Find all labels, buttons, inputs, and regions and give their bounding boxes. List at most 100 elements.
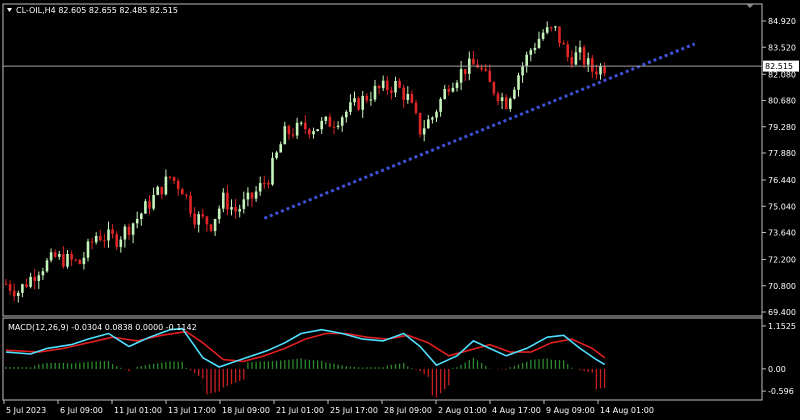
candle-body — [406, 93, 410, 100]
candle-body — [570, 57, 574, 65]
candle-body — [431, 117, 434, 120]
macd-header: MACD(12,26,9) -0.0304 0.0838 0.0000 -0.1… — [8, 323, 197, 332]
candle-body — [402, 87, 405, 100]
candle-body — [86, 241, 90, 258]
candle-body — [427, 119, 430, 129]
candle-body — [554, 26, 557, 28]
candle-body — [566, 44, 569, 58]
candle-body — [66, 253, 69, 267]
candle-body — [291, 134, 295, 136]
candle-body — [41, 271, 45, 276]
candle-body — [455, 82, 459, 88]
candle-body — [394, 81, 397, 93]
candle-body — [513, 89, 516, 99]
candle-body — [181, 189, 184, 195]
candle-body — [287, 126, 291, 135]
time-tick-label: 25 Jul 17:00 — [330, 406, 378, 415]
candle-body — [53, 252, 57, 257]
candle-body — [70, 253, 73, 260]
time-ticks: 5 Jul 2023 6 Jul 09:00 11 Jul 01:00 13 Jul … — [3, 400, 654, 415]
candle-body — [504, 97, 508, 109]
candle-body — [496, 93, 500, 102]
candle-body — [49, 252, 53, 261]
candle-body — [463, 69, 467, 74]
time-tick-label: 21 Jul 01:00 — [276, 406, 324, 415]
candle-body — [353, 98, 356, 103]
candle-body — [533, 48, 537, 51]
candle-body — [250, 192, 254, 199]
macd-tick-label: 1.1525 — [768, 322, 796, 331]
candle-body — [435, 111, 438, 118]
candle-body — [29, 276, 32, 287]
candle-body — [488, 70, 492, 83]
candle-body — [213, 219, 217, 231]
chart-canvas[interactable]: 84.920 83.520 82.080 80.680 79.280 77.880 76.4… — [0, 0, 800, 420]
candle-body — [238, 208, 241, 212]
price-tick-label: 73.640 — [768, 229, 796, 238]
candle-body — [148, 201, 151, 209]
candle-body — [267, 183, 270, 185]
candle-body — [111, 229, 114, 234]
candle-body — [246, 192, 250, 200]
candle-body — [365, 95, 369, 101]
candle-body — [451, 87, 455, 92]
candle-body — [258, 183, 262, 192]
candle-body — [529, 50, 533, 55]
price-tick-label: 72.200 — [768, 256, 796, 265]
time-tick-label: 4 Aug 17:00 — [492, 406, 541, 415]
price-tick-label: 77.880 — [768, 149, 796, 158]
candle-body — [107, 229, 110, 241]
candle-body — [472, 58, 475, 65]
time-tick-label: 18 Jul 09:00 — [222, 406, 270, 415]
candle-body — [377, 85, 381, 89]
candle-body — [119, 239, 123, 247]
price-tick-label: 75.040 — [768, 202, 796, 211]
candle-body — [217, 208, 221, 220]
candle-body — [271, 157, 274, 185]
macd-tick-label: 0.00 — [768, 365, 786, 374]
candle-body — [78, 259, 82, 265]
candle-body — [197, 214, 200, 225]
candle-body — [439, 98, 442, 112]
candle-body — [525, 54, 528, 67]
candle-body — [422, 128, 426, 135]
candle-body — [521, 66, 524, 76]
candle-body — [517, 75, 520, 90]
candle-body — [185, 194, 188, 196]
candle-body — [369, 99, 373, 101]
candle-body — [586, 58, 590, 65]
candle-body — [222, 192, 225, 209]
candle-body — [336, 125, 340, 128]
candle-body — [226, 192, 229, 210]
candle-body — [254, 191, 258, 199]
candle-body — [25, 284, 28, 287]
candle-body — [94, 235, 98, 243]
candle-body — [275, 152, 278, 158]
candle-body — [62, 253, 65, 267]
candle-body — [361, 95, 364, 110]
candle-body — [328, 116, 332, 127]
candle-body — [447, 88, 451, 92]
candle-body — [541, 32, 545, 39]
candle-body — [340, 117, 344, 126]
price-tick-label: 82.080 — [768, 70, 796, 79]
candle-body — [135, 218, 139, 224]
price-pane[interactable] — [2, 3, 763, 317]
candle-body — [168, 176, 172, 178]
time-tick-label: 9 Aug 09:00 — [546, 406, 595, 415]
price-tick-label: 69.400 — [768, 308, 796, 317]
candle-body — [123, 226, 127, 240]
candle-body — [242, 199, 246, 209]
candle-body — [103, 240, 106, 242]
price-tick-label: 80.680 — [768, 97, 796, 106]
time-tick-label: 6 Jul 09:00 — [60, 406, 103, 415]
candle-body — [201, 214, 205, 217]
candle-body — [332, 126, 336, 128]
candle-body — [418, 112, 422, 135]
candle-body — [500, 97, 504, 102]
candle-body — [140, 213, 143, 219]
candle-body — [189, 195, 192, 214]
candle-body — [12, 290, 16, 296]
candle-body — [562, 43, 565, 45]
candle-body — [17, 292, 20, 296]
